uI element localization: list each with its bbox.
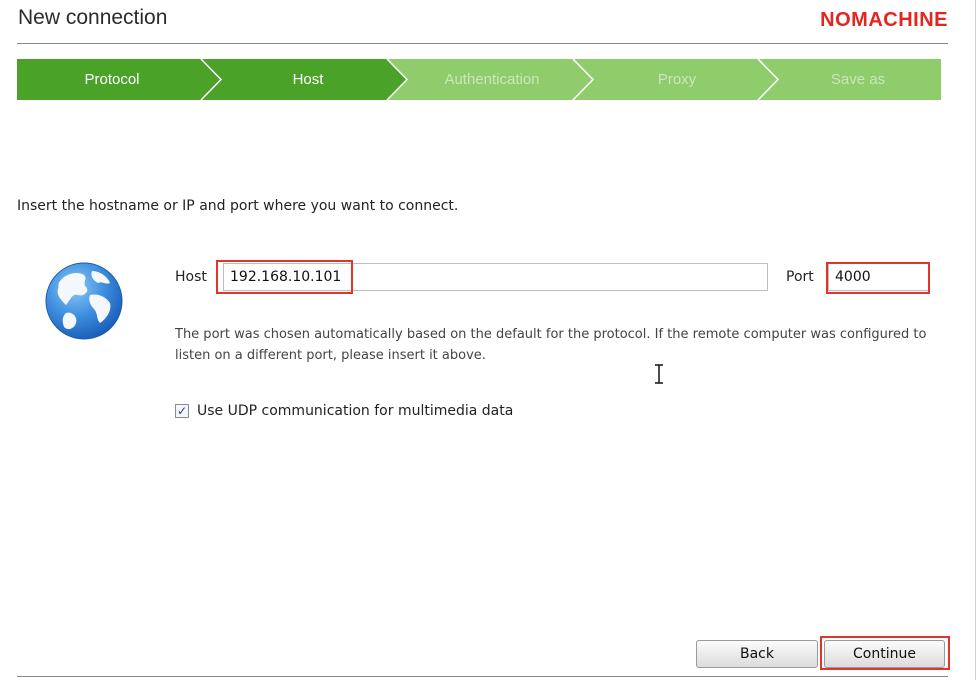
continue-button[interactable]: Continue: [824, 640, 945, 668]
new-connection-window: New connection NOMACHINE Protocol Host A…: [0, 0, 978, 680]
step-authentication[interactable]: Authentication: [397, 59, 587, 100]
help-line-1: The port was chosen automatically based …: [175, 327, 927, 342]
step-protocol[interactable]: Protocol: [17, 59, 207, 100]
nomachine-logo: NOMACHINE: [820, 9, 948, 31]
back-button[interactable]: Back: [696, 640, 818, 668]
text-cursor-icon: [653, 364, 665, 384]
port-input[interactable]: [828, 263, 929, 291]
step-host[interactable]: Host: [213, 59, 403, 100]
help-line-2: listen on a different port, please inser…: [175, 348, 486, 363]
globe-icon: [44, 261, 124, 341]
host-input[interactable]: [223, 263, 768, 291]
udp-checkbox[interactable]: ✓: [175, 404, 189, 418]
step-save-as[interactable]: Save as: [767, 59, 949, 100]
host-label: Host: [175, 269, 207, 285]
step-proxy[interactable]: Proxy: [583, 59, 771, 100]
port-help-text: The port was chosen automatically based …: [175, 324, 945, 366]
window-edge: [975, 0, 976, 680]
port-label: Port: [786, 269, 814, 285]
wizard-steps: Protocol Host Authentication Proxy Save …: [17, 59, 941, 100]
instruction-text: Insert the hostname or IP and port where…: [17, 198, 459, 214]
footer-divider: [17, 676, 948, 677]
header-divider: [17, 43, 948, 44]
udp-checkbox-label[interactable]: Use UDP communication for multimedia dat…: [197, 403, 513, 419]
page-title: New connection: [18, 6, 168, 29]
